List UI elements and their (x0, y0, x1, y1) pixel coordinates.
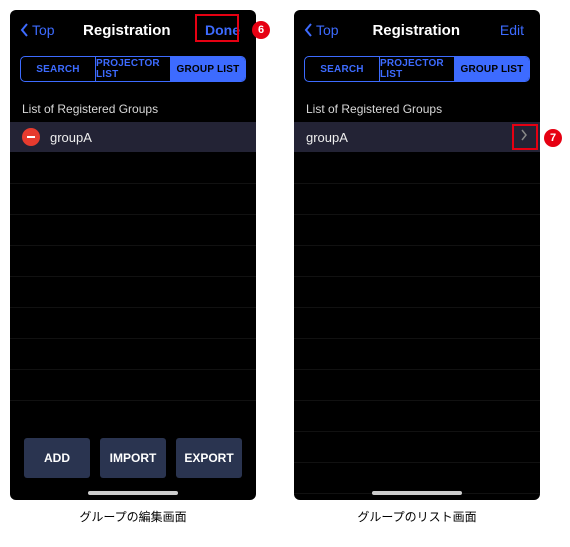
section-header: List of Registered Groups (294, 96, 540, 122)
phone-list-mode: Top Registration Edit SEARCH PROJECTOR L… (294, 10, 540, 500)
caption-left: グループの編集画面 (79, 508, 186, 525)
list-item-empty (10, 153, 256, 184)
list-item-empty (10, 246, 256, 277)
tab-projector-list[interactable]: PROJECTOR LIST (96, 57, 171, 81)
list-item-empty (294, 463, 540, 494)
list-item-empty (10, 339, 256, 370)
section-header: List of Registered Groups (10, 96, 256, 122)
list-item-empty (294, 401, 540, 432)
add-button[interactable]: ADD (24, 438, 90, 478)
callout-badge-7: 7 (544, 129, 562, 147)
nav-bar: Top Registration Done (10, 10, 256, 50)
list-item-empty (294, 370, 540, 401)
import-button[interactable]: IMPORT (100, 438, 166, 478)
list-item-empty (10, 215, 256, 246)
list-item-empty (294, 339, 540, 370)
tab-group-list[interactable]: GROUP LIST (455, 57, 529, 81)
list-item-empty (10, 370, 256, 401)
right-screenshot-column: Top Registration Edit SEARCH PROJECTOR L… (294, 10, 540, 525)
tab-projector-list[interactable]: PROJECTOR LIST (380, 57, 455, 81)
list-item-empty (294, 432, 540, 463)
nav-bar: Top Registration Edit (294, 10, 540, 50)
phone-edit-mode: Top Registration Done SEARCH PROJECTOR L… (10, 10, 256, 500)
group-name-label: groupA (50, 130, 92, 145)
list-item-empty (294, 153, 540, 184)
segment-control: SEARCH PROJECTOR LIST GROUP LIST (20, 56, 246, 82)
left-screenshot-column: Top Registration Done SEARCH PROJECTOR L… (10, 10, 256, 525)
home-indicator (88, 491, 178, 495)
group-list: groupA (10, 122, 256, 426)
home-indicator (372, 491, 462, 495)
tab-group-list[interactable]: GROUP LIST (171, 57, 245, 81)
list-item-empty (10, 308, 256, 339)
back-button[interactable]: Top (20, 22, 55, 38)
chevron-left-icon (20, 23, 30, 37)
done-button[interactable]: Done (199, 20, 246, 40)
list-item-empty (10, 184, 256, 215)
export-button[interactable]: EXPORT (176, 438, 242, 478)
callout-badge-6: 6 (252, 21, 270, 39)
back-label: Top (316, 22, 339, 38)
back-button[interactable]: Top (304, 22, 339, 38)
page-title: Registration (83, 22, 171, 39)
tab-search[interactable]: SEARCH (305, 57, 380, 81)
list-item[interactable]: groupA (10, 122, 256, 153)
list-item[interactable]: groupA (294, 122, 540, 153)
list-item-empty (10, 277, 256, 308)
segment-control: SEARCH PROJECTOR LIST GROUP LIST (304, 56, 530, 82)
group-name-label: groupA (306, 130, 348, 145)
delete-icon[interactable] (22, 128, 40, 146)
list-item-empty (294, 215, 540, 246)
chevron-right-icon (520, 128, 528, 146)
list-item-empty (294, 277, 540, 308)
list-item-empty (294, 246, 540, 277)
group-list: groupA (294, 122, 540, 500)
caption-right: グループのリスト画面 (357, 508, 476, 525)
page-title: Registration (372, 22, 460, 39)
list-item-empty (294, 308, 540, 339)
edit-button[interactable]: Edit (494, 20, 530, 40)
chevron-left-icon (304, 23, 314, 37)
list-item-empty (294, 184, 540, 215)
action-button-row: ADD IMPORT EXPORT (10, 426, 256, 500)
tab-search[interactable]: SEARCH (21, 57, 96, 81)
back-label: Top (32, 22, 55, 38)
